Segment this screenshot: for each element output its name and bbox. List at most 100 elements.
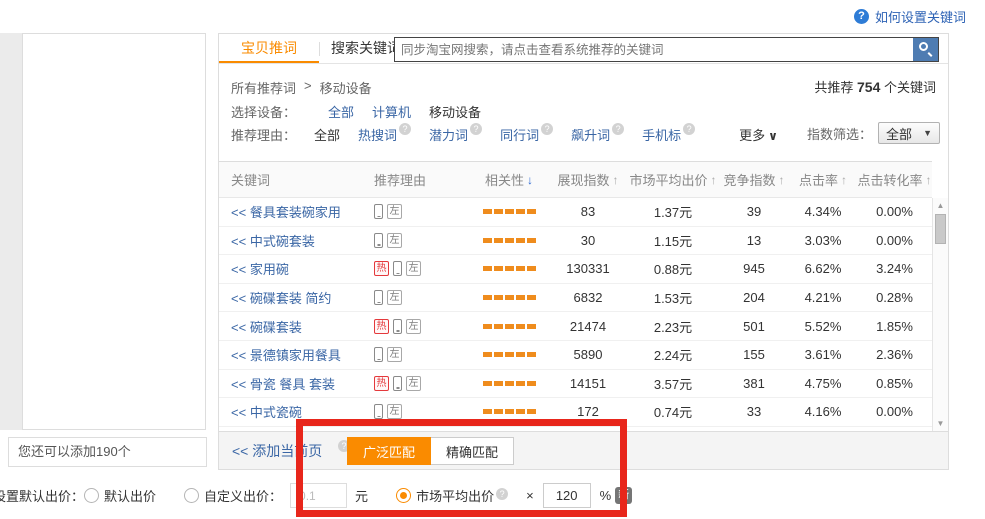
column-avg-price[interactable]: 市场平均出价↑ — [627, 170, 719, 189]
scrollbar-thumb[interactable] — [935, 214, 946, 244]
exact-match-button[interactable]: 精确匹配 — [431, 437, 514, 465]
breadcrumb-root[interactable]: 所有推荐词 — [231, 78, 296, 97]
sort-up-icon[interactable]: ↑ — [711, 173, 717, 187]
broad-match-button[interactable]: 广泛匹配 — [347, 437, 431, 465]
setup-help-link[interactable]: ? 如何设置关键词 — [854, 7, 966, 26]
help-icon[interactable]: ? — [470, 123, 482, 135]
search-button[interactable] — [913, 38, 938, 61]
relevance-bars — [469, 352, 549, 357]
column-reason[interactable]: 推荐理由 — [366, 170, 469, 189]
column-relevance[interactable]: 相关性↓ — [469, 170, 549, 189]
custom-bid-radio[interactable] — [184, 488, 199, 503]
device-option-mobile[interactable]: 移动设备 — [429, 102, 481, 121]
avg-price-value: 0.74元 — [627, 402, 719, 421]
yuan-unit-label: 元 — [355, 486, 368, 505]
index-filter-label: 指数筛选： — [807, 124, 872, 143]
column-competition[interactable]: 竞争指数↑ — [719, 170, 789, 189]
tag-badge: 左 — [387, 347, 402, 362]
help-icon[interactable]: ? — [399, 123, 411, 135]
ctr-value: 4.34% — [789, 204, 857, 219]
tag-badge: 左 — [387, 404, 402, 419]
reason-icons: 左 — [366, 204, 469, 219]
reason-option-rising[interactable]: 飙升词 — [571, 125, 610, 144]
dropdown-arrow-icon: ▼ — [923, 128, 932, 138]
keyword-link[interactable]: << 骨瓷 餐具 套装 — [231, 377, 335, 392]
help-icon[interactable]: ? — [496, 488, 508, 500]
phone-icon — [374, 404, 383, 419]
impressions-value: 30 — [549, 233, 627, 248]
relevance-bars — [469, 324, 549, 329]
keyword-link[interactable]: << 中式碗套装 — [231, 234, 315, 249]
keyword-link[interactable]: << 景德镇家用餐具 — [231, 348, 341, 363]
sort-up-icon[interactable]: ↑ — [613, 173, 619, 187]
help-icon[interactable]: ? — [612, 123, 624, 135]
avg-price-value: 1.53元 — [627, 288, 719, 307]
custom-bid-input[interactable] — [290, 483, 347, 508]
summary-suffix: 个关键词 — [884, 80, 936, 95]
tab-bar: 宝贝推词 搜索关键词 — [219, 34, 948, 64]
sort-up-icon[interactable]: ↑ — [779, 173, 785, 187]
breadcrumb-current: 移动设备 — [320, 78, 372, 97]
relevance-bars — [469, 238, 549, 243]
column-cvr[interactable]: 点击转化率↑ — [857, 170, 932, 189]
cvr-value: 3.24% — [857, 261, 932, 276]
cvr-value: 0.00% — [857, 204, 932, 219]
scroll-down-icon[interactable]: ▼ — [933, 419, 948, 428]
table-scrollbar[interactable]: ▲ ▼ — [932, 198, 948, 431]
keyword-link[interactable]: << 中式瓷碗 — [231, 405, 302, 420]
index-filter-dropdown[interactable]: 全部 ▼ — [878, 122, 940, 144]
column-impressions[interactable]: 展现指数↑ — [549, 170, 627, 189]
new-feature-badge: 新 — [615, 487, 632, 504]
phone-icon — [393, 261, 402, 276]
avg-price-value: 2.23元 — [627, 317, 719, 336]
add-current-page-link[interactable]: << 添加当前页 — [232, 432, 322, 470]
column-keyword[interactable]: 关键词 — [219, 170, 366, 189]
bid-bar-label: 设置默认出价： — [0, 486, 84, 505]
competition-value: 204 — [719, 290, 789, 305]
sort-up-icon[interactable]: ↑ — [926, 173, 932, 187]
cvr-value: 1.85% — [857, 319, 932, 334]
tag-badge: 左 — [387, 290, 402, 305]
impressions-value: 5890 — [549, 347, 627, 362]
reason-option-potential[interactable]: 潜力词 — [429, 125, 468, 144]
keyword-search-input[interactable] — [395, 38, 913, 61]
scroll-up-icon[interactable]: ▲ — [933, 201, 948, 210]
help-icon[interactable]: ? — [541, 123, 553, 135]
summary-prefix: 共推荐 — [814, 80, 853, 95]
column-ctr[interactable]: 点击率↑ — [789, 170, 857, 189]
cvr-value: 0.00% — [857, 233, 932, 248]
phone-icon — [393, 319, 402, 334]
device-option-all[interactable]: 全部 — [328, 102, 354, 121]
phone-icon — [374, 290, 383, 305]
ctr-value: 3.61% — [789, 347, 857, 362]
percent-input[interactable] — [543, 483, 591, 508]
remaining-quota-note: 您还可以添加190个 — [8, 437, 207, 467]
keyword-link[interactable]: << 碗碟套装 简约 — [231, 291, 331, 306]
ctr-value: 3.03% — [789, 233, 857, 248]
impressions-value: 83 — [549, 204, 627, 219]
sort-down-icon[interactable]: ↓ — [527, 173, 533, 187]
market-avg-radio[interactable] — [396, 488, 411, 503]
phone-icon — [374, 233, 383, 248]
relevance-bars — [469, 381, 549, 386]
help-question-icon: ? — [854, 9, 869, 24]
reason-option-mobile-tag[interactable]: 手机标 — [642, 125, 681, 144]
default-bid-label: 默认出价 — [104, 486, 156, 505]
keyword-link[interactable]: << 餐具套装碗家用 — [231, 205, 341, 220]
reason-option-all[interactable]: 全部 — [314, 125, 340, 144]
relevance-bars — [469, 209, 549, 214]
device-option-pc[interactable]: 计算机 — [372, 102, 411, 121]
help-icon[interactable]: ? — [683, 123, 695, 135]
reason-option-hot[interactable]: 热搜词 — [358, 125, 397, 144]
more-filters-button[interactable]: 更多∨ — [739, 125, 778, 144]
table-row: << 中式瓷碗 左 172 0.74元 33 4.16% 0.00% — [219, 398, 932, 427]
add-keyword-arrows: << — [231, 348, 246, 363]
keyword-link[interactable]: << 家用碗 — [231, 262, 289, 277]
sort-up-icon[interactable]: ↑ — [841, 173, 847, 187]
tab-product-keywords[interactable]: 宝贝推词 — [219, 34, 319, 63]
keyword-recommendation-panel: 宝贝推词 搜索关键词 所有推荐词 > 移动设备 共推荐 754 个关键词 选择设… — [218, 33, 949, 470]
keyword-link[interactable]: << 碗碟套装 — [231, 320, 302, 335]
reason-option-peer[interactable]: 同行词 — [500, 125, 539, 144]
setup-help-label: 如何设置关键词 — [875, 7, 966, 26]
default-bid-radio[interactable] — [84, 488, 99, 503]
